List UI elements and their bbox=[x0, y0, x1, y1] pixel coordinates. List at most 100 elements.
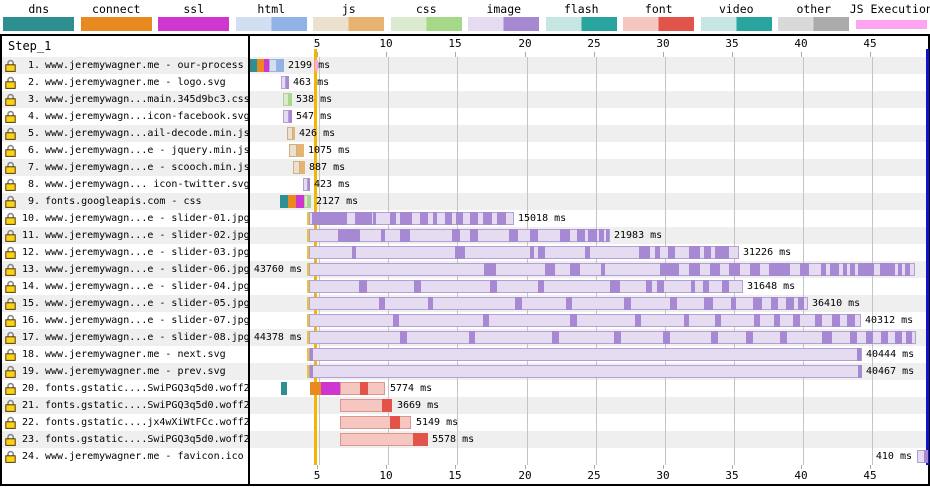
axis-tick-mark bbox=[455, 465, 456, 469]
request-url[interactable]: fonts.gstatic....SwiPGQ3q5d0.woff2 bbox=[45, 400, 250, 411]
request-row[interactable]: 1.www.jeremywagner.me - our-process2199 … bbox=[2, 57, 928, 74]
axis-tick-label: 35 bbox=[725, 469, 738, 482]
connect-segment bbox=[257, 59, 264, 72]
axis-tick-mark bbox=[317, 465, 318, 469]
request-url[interactable]: www.jeremywagn...e - slider-01.jpg bbox=[45, 213, 250, 224]
request-row[interactable]: 22.fonts.gstatic....jx4wXiWtFCc.woff2514… bbox=[2, 414, 928, 431]
request-row[interactable]: 18.www.jeremywagner.me - next.svg40444 m… bbox=[2, 346, 928, 363]
request-bar-area[interactable]: 40467 ms bbox=[250, 363, 928, 380]
content-chunk bbox=[774, 314, 780, 327]
request-bar-area[interactable]: 36410 ms bbox=[250, 295, 928, 312]
request-row[interactable]: 8.www.jeremywagn... icon-twitter.svg423 … bbox=[2, 176, 928, 193]
request-row[interactable]: 24.www.jeremywagner.me - favicon.ico410 … bbox=[2, 448, 928, 465]
legend-label: html bbox=[257, 2, 285, 16]
request-time-label: 538 ms bbox=[296, 93, 332, 106]
request-url[interactable]: fonts.gstatic....jx4wXiWtFCc.woff2 bbox=[45, 417, 250, 428]
request-bar-area[interactable]: 538 ms bbox=[250, 91, 928, 108]
request-url[interactable]: www.jeremywagn...e - slider-02.jpg bbox=[45, 230, 250, 241]
axis-tick-label: 20 bbox=[518, 37, 531, 50]
request-bar-area[interactable]: 463 ms bbox=[250, 74, 928, 91]
request-bar-area[interactable]: 5774 ms bbox=[250, 380, 928, 397]
request-row[interactable]: 14.www.jeremywagn...e - slider-04.jpg316… bbox=[2, 278, 928, 295]
request-bar-area[interactable]: 21983 ms bbox=[250, 227, 928, 244]
content-chunk bbox=[655, 246, 660, 259]
connect-segment bbox=[288, 195, 296, 208]
request-bar-area[interactable]: 426 ms bbox=[250, 125, 928, 142]
request-bar-area[interactable]: 1075 ms bbox=[250, 142, 928, 159]
content-chunk bbox=[585, 246, 590, 259]
request-url[interactable]: fonts.gstatic....SwiPGQ3q5d0.woff2 bbox=[45, 434, 250, 445]
request-url[interactable]: fonts.gstatic....SwiPGQ3q5d0.woff2 bbox=[45, 383, 250, 394]
request-bar-area[interactable]: 5578 ms bbox=[250, 431, 928, 448]
request-row[interactable]: 17.www.jeremywagn...e - slider-08.jpg443… bbox=[2, 329, 928, 346]
request-url[interactable]: fonts.googleapis.com - css bbox=[45, 196, 202, 207]
request-bar-area[interactable]: 410 ms bbox=[250, 448, 928, 465]
request-row[interactable]: 9.fonts.googleapis.com - css2127 ms bbox=[2, 193, 928, 210]
content-chunk bbox=[715, 314, 721, 327]
request-url[interactable]: www.jeremywagn...e - slider-03.jpg bbox=[45, 247, 250, 258]
content-chunk bbox=[538, 246, 545, 259]
request-url[interactable]: www.jeremywagn...e - slider-08.jpg bbox=[45, 332, 250, 343]
content-chunk bbox=[470, 212, 478, 225]
request-row-left: 24.www.jeremywagner.me - favicon.ico bbox=[2, 448, 250, 465]
request-row[interactable]: 6.www.jeremywagn...e - jquery.min.js1075… bbox=[2, 142, 928, 159]
request-bar bbox=[309, 348, 862, 361]
request-url[interactable]: www.jeremywagn...e - jquery.min.js bbox=[45, 145, 250, 156]
request-row[interactable]: 2.www.jeremywagner.me - logo.svg463 ms bbox=[2, 74, 928, 91]
request-row[interactable]: 15.www.jeremywagn...e - slider-05.jpg364… bbox=[2, 295, 928, 312]
request-row[interactable]: 5.www.jeremywagn...ail-decode.min.js426 … bbox=[2, 125, 928, 142]
request-bar-area[interactable]: 31226 ms bbox=[250, 244, 928, 261]
request-bar-area[interactable]: 15018 ms bbox=[250, 210, 928, 227]
request-number: 3. bbox=[18, 94, 40, 105]
request-row[interactable]: 7.www.jeremywagn...e - scooch.min.js887 … bbox=[2, 159, 928, 176]
request-bar-area[interactable]: 31648 ms bbox=[250, 278, 928, 295]
request-url[interactable]: www.jeremywagn...e - slider-07.jpg bbox=[45, 315, 250, 326]
request-row[interactable]: 23.fonts.gstatic....SwiPGQ3q5d0.woff2557… bbox=[2, 431, 928, 448]
request-row[interactable]: 12.www.jeremywagn...e - slider-03.jpg312… bbox=[2, 244, 928, 261]
request-row[interactable]: 4.www.jeremywagn...icon-facebook.svg547 … bbox=[2, 108, 928, 125]
request-url[interactable]: www.jeremywagn...e - slider-06.jpg bbox=[45, 264, 250, 275]
request-time-label: 426 ms bbox=[299, 127, 335, 140]
content-chunk bbox=[445, 212, 452, 225]
request-row[interactable]: 21.fonts.gstatic....SwiPGQ3q5d0.woff2366… bbox=[2, 397, 928, 414]
request-bar-area[interactable]: 44378 ms bbox=[250, 329, 928, 346]
request-bar-area[interactable]: 3669 ms bbox=[250, 397, 928, 414]
request-row[interactable]: 16.www.jeremywagn...e - slider-07.jpg403… bbox=[2, 312, 928, 329]
request-bar-area[interactable]: 423 ms bbox=[250, 176, 928, 193]
request-url[interactable]: www.jeremywagn...icon-facebook.svg bbox=[45, 111, 250, 122]
request-url[interactable]: www.jeremywagner.me - our-process bbox=[45, 60, 244, 71]
request-url[interactable]: www.jeremywagner.me - logo.svg bbox=[45, 77, 226, 88]
request-row[interactable]: 10.www.jeremywagn...e - slider-01.jpg150… bbox=[2, 210, 928, 227]
content-chunk bbox=[413, 433, 428, 446]
request-url[interactable]: www.jeremywagner.me - favicon.ico bbox=[45, 451, 244, 462]
request-bar-area[interactable]: 547 ms bbox=[250, 108, 928, 125]
secure-lock-icon bbox=[5, 280, 16, 293]
request-row[interactable]: 11.www.jeremywagn...e - slider-02.jpg219… bbox=[2, 227, 928, 244]
axis-tick-label: 45 bbox=[863, 37, 876, 50]
request-bar-area[interactable]: 2127 ms bbox=[250, 193, 928, 210]
content-chunk bbox=[711, 331, 718, 344]
request-bar-area[interactable]: 43760 ms bbox=[250, 261, 928, 278]
content-chunk bbox=[452, 229, 460, 242]
request-url[interactable]: www.jeremywagner.me - prev.svg bbox=[45, 366, 226, 377]
request-url[interactable]: www.jeremywagn...main.345d9bc3.css bbox=[45, 94, 250, 105]
request-row[interactable]: 20.fonts.gstatic....SwiPGQ3q5d0.woff2577… bbox=[2, 380, 928, 397]
request-bar-area[interactable]: 40444 ms bbox=[250, 346, 928, 363]
legend-swatch-connect bbox=[81, 17, 152, 31]
request-row-left: 14.www.jeremywagn...e - slider-04.jpg bbox=[2, 278, 250, 295]
request-url[interactable]: www.jeremywagn...e - slider-05.jpg bbox=[45, 298, 250, 309]
request-url[interactable]: www.jeremywagn...ail-decode.min.js bbox=[45, 128, 250, 139]
request-url[interactable]: www.jeremywagn...e - scooch.min.js bbox=[45, 162, 250, 173]
request-row[interactable]: 13.www.jeremywagn...e - slider-06.jpg437… bbox=[2, 261, 928, 278]
axis-tick-label: 35 bbox=[725, 37, 738, 50]
request-row[interactable]: 3. www.jeremywagn...main.345d9bc3.css 538 … bbox=[2, 91, 928, 108]
request-bar-area[interactable]: 5149 ms bbox=[250, 414, 928, 431]
request-url[interactable]: www.jeremywagn... icon-twitter.svg bbox=[45, 179, 250, 190]
request-row[interactable]: 19.www.jeremywagner.me - prev.svg40467 m… bbox=[2, 363, 928, 380]
request-bar-area[interactable]: 2199 ms bbox=[250, 57, 928, 74]
request-time-label: 31226 ms bbox=[743, 246, 791, 259]
request-url[interactable]: www.jeremywagn...e - slider-04.jpg bbox=[45, 281, 250, 292]
request-url[interactable]: www.jeremywagner.me - next.svg bbox=[45, 349, 226, 360]
request-bar-area[interactable]: 40312 ms bbox=[250, 312, 928, 329]
request-bar-area[interactable]: 887 ms bbox=[250, 159, 928, 176]
